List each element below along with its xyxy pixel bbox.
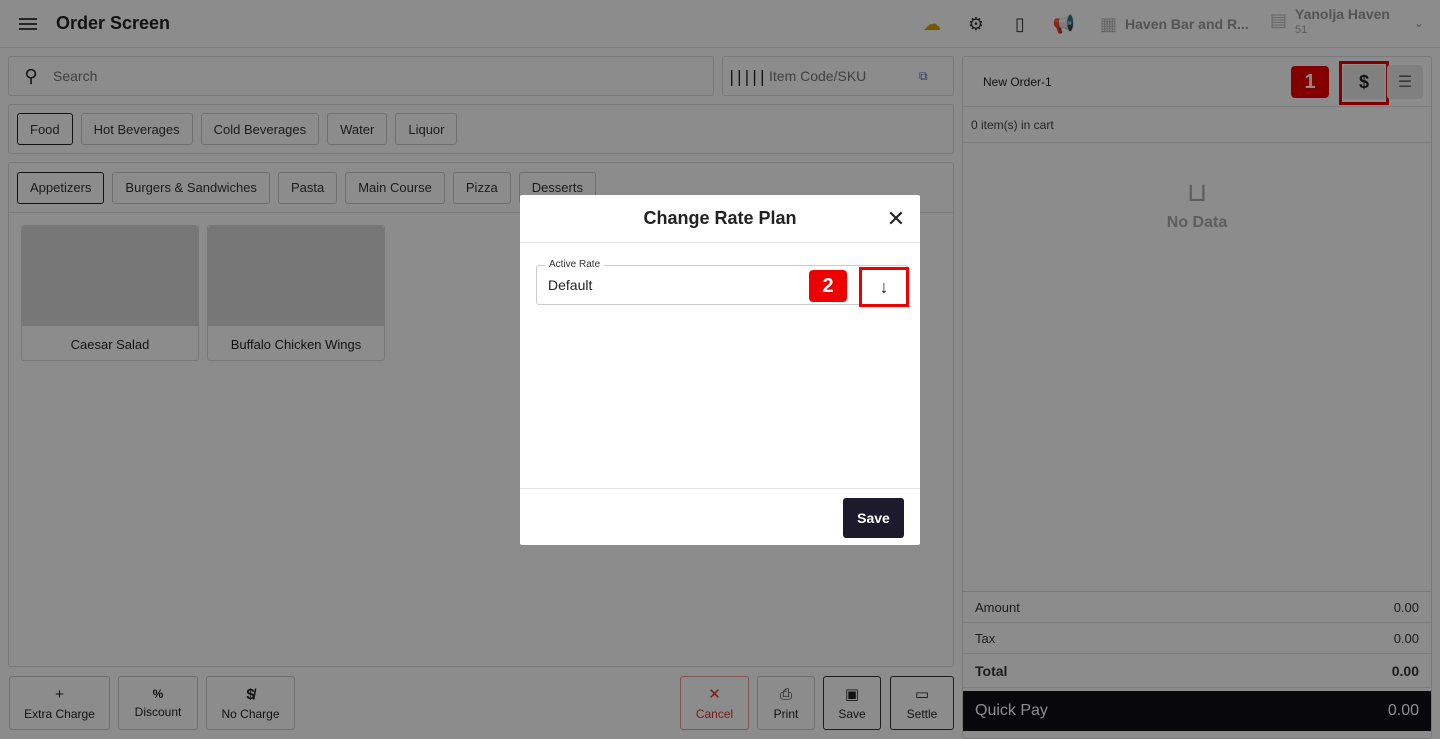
arrow-down-icon: ↓ xyxy=(879,276,889,297)
save-button[interactable]: Save xyxy=(843,498,904,538)
annotation-badge-2: 2 xyxy=(809,270,847,302)
close-icon: ✕ xyxy=(886,206,906,231)
active-rate-label: Active Rate xyxy=(545,259,605,270)
active-rate-value: Default xyxy=(548,277,593,293)
dropdown-arrow-button[interactable]: ↓ xyxy=(859,267,909,307)
close-button[interactable]: ✕ xyxy=(882,205,910,233)
change-rate-plan-modal: Change Rate Plan ✕ Active Rate Default 2… xyxy=(520,195,920,545)
modal-footer: Save xyxy=(520,488,920,545)
modal-title: Change Rate Plan xyxy=(643,208,797,228)
active-rate-select[interactable]: Active Rate Default xyxy=(536,259,908,305)
modal-header: Change Rate Plan ✕ xyxy=(520,195,920,243)
